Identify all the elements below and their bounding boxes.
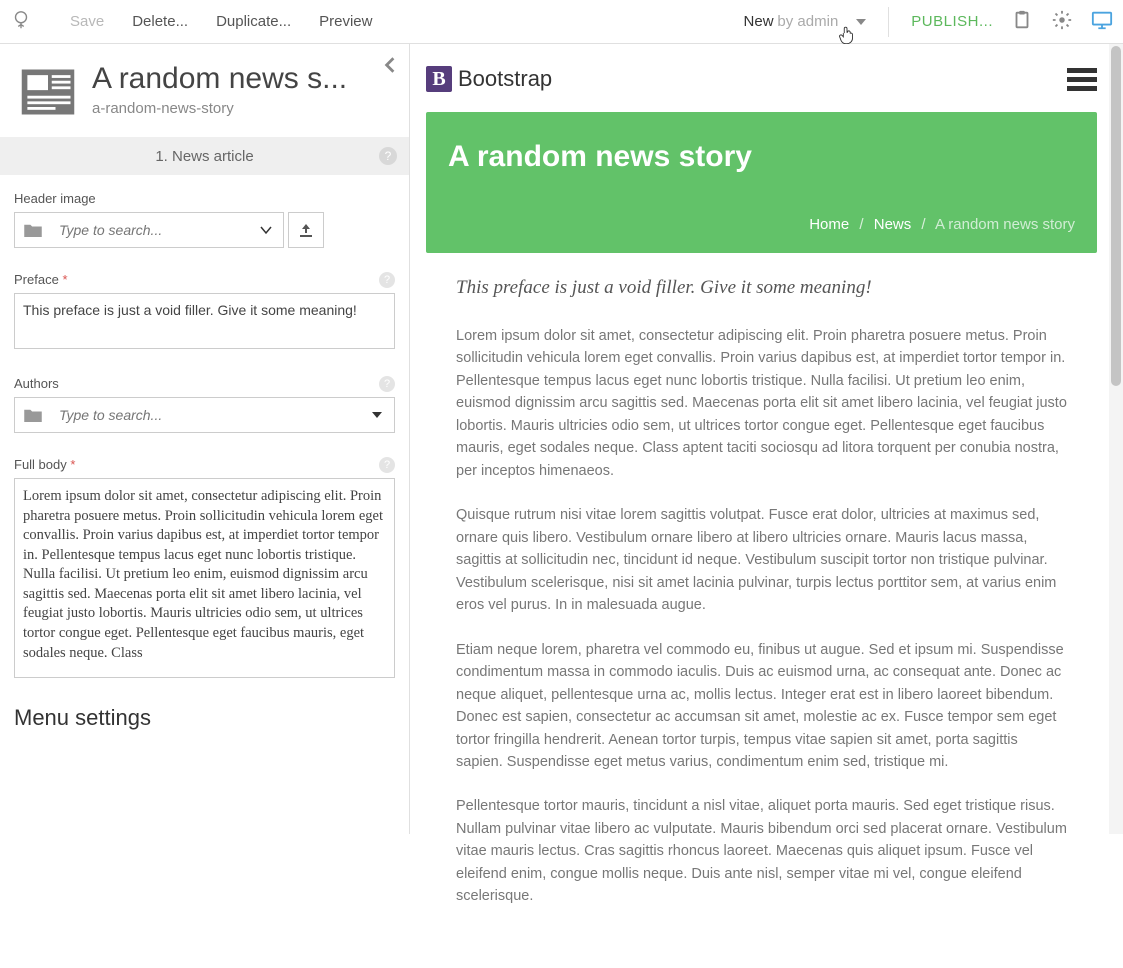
page-slug: a-random-news-story bbox=[92, 100, 372, 117]
breadcrumb-current: A random news story bbox=[935, 216, 1075, 233]
page-title: A random news s... bbox=[92, 62, 372, 96]
folder-icon bbox=[15, 213, 51, 247]
save-button[interactable]: Save bbox=[70, 13, 104, 30]
help-icon[interactable]: ? bbox=[379, 457, 395, 473]
preview-paragraph: Etiam neque lorem, pharetra vel commodo … bbox=[456, 639, 1067, 774]
field-label-header-image: Header image bbox=[14, 191, 395, 206]
gear-icon[interactable] bbox=[1051, 9, 1073, 34]
menu-settings-heading: Menu settings bbox=[14, 705, 395, 731]
authors-input[interactable] bbox=[51, 398, 360, 432]
bootstrap-text: Bootstrap bbox=[458, 66, 552, 92]
bootstrap-logo: B Bootstrap bbox=[426, 66, 552, 92]
top-toolbar: Save Delete... Duplicate... Preview New … bbox=[0, 0, 1123, 44]
chevron-down-icon[interactable] bbox=[360, 398, 394, 432]
status-label: New by admin bbox=[744, 13, 839, 30]
document-icon bbox=[18, 62, 78, 125]
breadcrumb-label: 1. News article bbox=[155, 148, 253, 165]
preface-input[interactable] bbox=[14, 293, 395, 349]
bootstrap-badge-icon: B bbox=[426, 66, 452, 92]
field-preface: Preface * ? bbox=[14, 272, 395, 352]
preview-paragraph: Quisque rutrum nisi vitae lorem sagittis… bbox=[456, 504, 1067, 616]
help-icon[interactable]: ? bbox=[379, 272, 395, 288]
preview-scrollbar[interactable] bbox=[1109, 44, 1123, 834]
status-new: New bbox=[744, 13, 774, 30]
hero-title: A random news story bbox=[448, 140, 1075, 174]
field-label-full-body: Full body * bbox=[14, 457, 395, 472]
preview-panel: B Bootstrap A random news story Home / N… bbox=[410, 44, 1123, 834]
breadcrumb-news[interactable]: News bbox=[874, 216, 912, 233]
authors-combo[interactable] bbox=[14, 397, 395, 433]
upload-button[interactable] bbox=[288, 212, 324, 248]
toolbar-divider bbox=[888, 7, 889, 37]
preview-content: This preface is just a void filler. Give… bbox=[426, 253, 1097, 954]
editor-header: A random news s... a-random-news-story bbox=[0, 44, 409, 137]
header-image-combo[interactable] bbox=[14, 212, 284, 248]
publish-button[interactable]: PUBLISH... bbox=[911, 13, 993, 30]
form-area: Header image Preface * ? bbox=[0, 175, 409, 834]
help-icon[interactable]: ? bbox=[379, 376, 395, 392]
breadcrumb-home[interactable]: Home bbox=[809, 216, 849, 233]
hamburger-menu-icon[interactable] bbox=[1067, 64, 1097, 95]
preview-preface: This preface is just a void filler. Give… bbox=[456, 277, 1067, 299]
preview-paragraph: Lorem ipsum dolor sit amet, consectetur … bbox=[456, 325, 1067, 482]
status-dropdown-caret[interactable] bbox=[856, 14, 866, 30]
app-logo-icon bbox=[10, 9, 42, 34]
clipboard-icon[interactable] bbox=[1011, 9, 1033, 34]
preview-header: B Bootstrap bbox=[426, 58, 1097, 100]
field-full-body: Full body * ? bbox=[14, 457, 395, 681]
chevron-down-icon[interactable] bbox=[249, 213, 283, 247]
field-header-image: Header image bbox=[14, 191, 395, 248]
screen-icon[interactable] bbox=[1091, 9, 1113, 34]
preview-hero: A random news story Home / News / A rand… bbox=[426, 112, 1097, 253]
header-image-input[interactable] bbox=[51, 213, 249, 247]
preview-paragraph: Pellentesque tortor mauris, tincidunt a … bbox=[456, 795, 1067, 907]
toolbar-right: New by admin PUBLISH... bbox=[744, 7, 1113, 37]
field-label-preface: Preface * bbox=[14, 272, 395, 287]
preview-button[interactable]: Preview bbox=[319, 13, 372, 30]
help-icon[interactable]: ? bbox=[379, 147, 397, 165]
full-body-input[interactable] bbox=[14, 478, 395, 678]
folder-icon bbox=[15, 398, 51, 432]
editor-breadcrumb: 1. News article ? bbox=[0, 137, 409, 175]
editor-panel: A random news s... a-random-news-story 1… bbox=[0, 44, 410, 834]
toolbar-left: Save Delete... Duplicate... Preview bbox=[10, 9, 372, 34]
preview-breadcrumb: Home / News / A random news story bbox=[448, 216, 1075, 233]
field-authors: Authors ? bbox=[14, 376, 395, 433]
field-label-authors: Authors bbox=[14, 376, 395, 391]
duplicate-button[interactable]: Duplicate... bbox=[216, 13, 291, 30]
delete-button[interactable]: Delete... bbox=[132, 13, 188, 30]
status-byadmin: by admin bbox=[777, 13, 838, 30]
